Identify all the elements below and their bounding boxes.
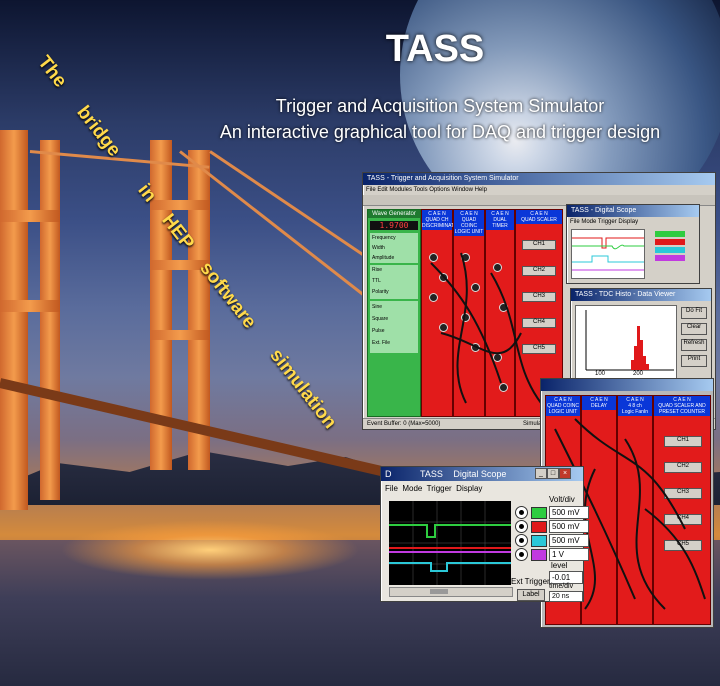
city-lights-image <box>60 520 360 580</box>
module-header-1: C A E N QUAD CH DISCRIMINATOR <box>422 210 462 230</box>
channel-1-volt-div[interactable]: 500 mV <box>549 506 589 519</box>
channel-3-volt-div[interactable]: 500 mV <box>549 534 589 547</box>
volt-div-label: Volt/div <box>549 495 575 504</box>
digital-scope-title-right: Digital Scope <box>453 469 507 479</box>
histogram-clear-button[interactable]: Clear <box>681 323 707 335</box>
digital-scope-window: D TASS Digital Scope _ □ × File Mode Tri… <box>380 466 589 602</box>
histogram-refresh-button[interactable]: Refresh <box>681 339 707 351</box>
channel-1-knob-icon[interactable] <box>515 506 528 519</box>
wave-control-amplitude[interactable]: Amplitude <box>372 253 418 263</box>
histogram-title: TASS - TDC Histo - Data Viewer <box>571 289 711 301</box>
channel-1-row: 500 mV <box>515 505 593 519</box>
channel-2-color[interactable] <box>531 521 547 533</box>
module-header-3: C A E N DUAL TIMER <box>486 210 514 230</box>
histogram-window: TASS - TDC Histo - Data Viewer 100 200 D… <box>570 288 712 386</box>
scope-small-menu-file[interactable]: File <box>570 219 580 225</box>
wave-control-ttl[interactable]: TTL <box>372 276 418 287</box>
channel-4-row: 1 V <box>515 547 593 561</box>
channel-4-color[interactable] <box>531 549 547 561</box>
ext-trigger-label: Ext Trigger <box>511 577 550 586</box>
time-div-field[interactable]: 20 ns <box>549 591 583 602</box>
digital-scope-scrollbar[interactable] <box>389 587 513 597</box>
module-header-4: C A E N QUAD SCALER <box>516 210 562 224</box>
app-title: TASS <box>385 28 485 70</box>
minimize-icon[interactable]: _ <box>535 468 547 479</box>
mw-module-header-2: C A E N DELAY <box>582 396 616 410</box>
histogram-tick-200: 200 <box>633 371 644 377</box>
level-label: level <box>551 561 568 570</box>
slogan-word-6: simulation <box>265 345 341 433</box>
digital-scope-menu-mode[interactable]: Mode <box>402 484 422 493</box>
close-icon[interactable]: × <box>559 468 571 479</box>
channel-3-color[interactable] <box>531 535 547 547</box>
slogan-word-1: The <box>33 52 71 92</box>
app-subtitle-2: An interactive graphical tool for DAQ an… <box>219 122 661 142</box>
main-window-title: TASS - Trigger and Acquisition System Si… <box>363 173 715 185</box>
histogram-print-button[interactable]: Print <box>681 355 707 367</box>
wave-control-sine[interactable]: Sine <box>372 301 418 313</box>
label-button[interactable]: Label <box>517 589 545 601</box>
digital-scope-menu-file[interactable]: File <box>385 484 398 493</box>
digital-scope-screen <box>389 501 511 585</box>
wave-control-polarity[interactable]: Polarity <box>372 287 418 298</box>
slogan-word-2: bridge <box>72 102 125 161</box>
scope-small-screen <box>571 229 645 279</box>
app-subtitle-1: Trigger and Acquisition System Simulator <box>275 96 605 116</box>
scope-small-menu-mode[interactable]: Mode <box>581 219 596 225</box>
channel-4-knob-icon[interactable] <box>515 548 528 561</box>
wave-generator-panel: Wave Generator 1.9700 Frequency Width Am… <box>367 209 421 417</box>
channel-2-row: 500 mV <box>515 519 593 533</box>
time-div-label: time/div <box>549 583 574 590</box>
wave-control-ext-file[interactable]: Ext. File <box>372 337 418 349</box>
main-window-menubar: File Edit Modules Tools Options Window H… <box>366 187 487 193</box>
histogram-tick-100: 100 <box>595 371 606 377</box>
channel-2-volt-div[interactable]: 500 mV <box>549 520 589 533</box>
main-statusbar: Event Buffer: 0 (Max=5000) <box>367 421 441 427</box>
wave-control-width[interactable]: Width <box>372 243 418 253</box>
scope-small-title: TASS - Digital Scope <box>567 205 699 217</box>
digital-scope-title-prefix: D <box>385 469 392 479</box>
digital-scope-title: TASS <box>420 469 443 479</box>
maximize-icon[interactable]: □ <box>547 468 559 479</box>
channel-4-volt-div[interactable]: 1 V <box>549 548 589 561</box>
channel-2-knob-icon[interactable] <box>515 520 528 533</box>
wave-control-frequency[interactable]: Frequency <box>372 233 418 243</box>
scope-small-menu-display[interactable]: Display <box>618 219 638 225</box>
histogram-do-fit-button[interactable]: Do Fit <box>681 307 707 319</box>
wave-control-square[interactable]: Square <box>372 313 418 325</box>
histogram-plot <box>575 305 677 381</box>
wave-generator-label: Wave Generator <box>368 210 420 218</box>
digital-scope-menu-trigger[interactable]: Trigger <box>427 484 452 493</box>
wave-control-rise[interactable]: Rise <box>372 265 418 276</box>
channel-1-color[interactable] <box>531 507 547 519</box>
channel-3-row: 500 mV <box>515 533 593 547</box>
digital-scope-menu-display[interactable]: Display <box>456 484 482 493</box>
scope-window-small: TASS - Digital Scope File Mode Trigger D… <box>566 204 700 284</box>
channel-3-knob-icon[interactable] <box>515 534 528 547</box>
scope-small-menu-trigger[interactable]: Trigger <box>598 219 617 225</box>
wave-frequency-display: 1.9700 <box>370 221 418 230</box>
wave-control-pulse[interactable]: Pulse <box>372 325 418 337</box>
